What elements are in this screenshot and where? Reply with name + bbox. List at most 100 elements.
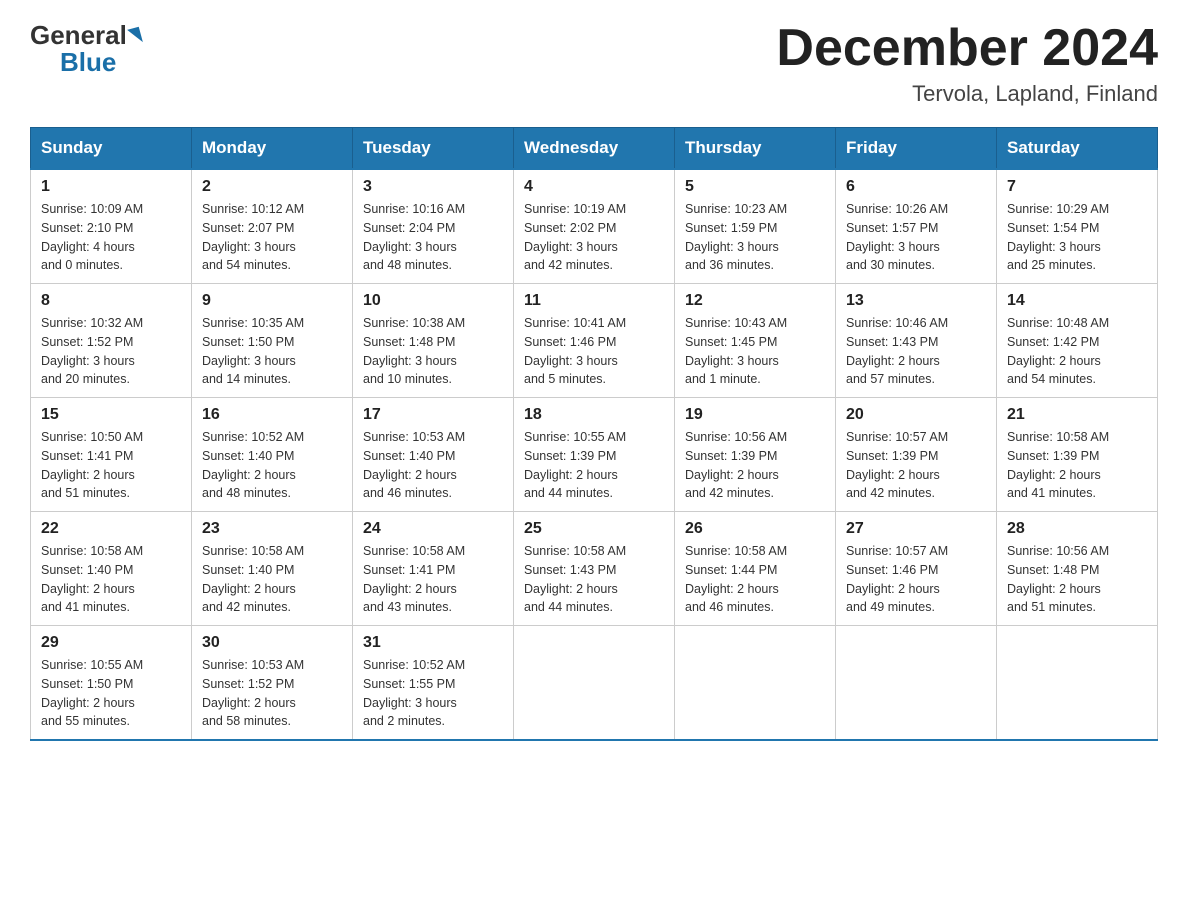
calendar-cell: 12Sunrise: 10:43 AMSunset: 1:45 PMDaylig… bbox=[675, 284, 836, 398]
day-info: Sunrise: 10:23 AMSunset: 1:59 PMDaylight… bbox=[685, 200, 825, 275]
calendar-body: 1 Sunrise: 10:09 AMSunset: 2:10 PMDayligh… bbox=[31, 169, 1158, 740]
day-info: Sunrise: 10:09 AMSunset: 2:10 PMDaylight… bbox=[41, 200, 181, 275]
day-info: Sunrise: 10:35 AMSunset: 1:50 PMDaylight… bbox=[202, 314, 342, 389]
weekday-header-wednesday: Wednesday bbox=[514, 128, 675, 170]
location-title: Tervola, Lapland, Finland bbox=[776, 81, 1158, 107]
day-info: Sunrise: 10:58 AMSunset: 1:39 PMDaylight… bbox=[1007, 428, 1147, 503]
calendar-cell: 14 Sunrise: 10:48 AMSunset: 1:42 PMDaylig… bbox=[997, 284, 1158, 398]
calendar-cell: 30 Sunrise: 10:53 AMSunset: 1:52 PMDaylig… bbox=[192, 626, 353, 741]
day-info: Sunrise: 10:41 AMSunset: 1:46 PMDaylight… bbox=[524, 314, 664, 389]
day-info: Sunrise: 10:57 AMSunset: 1:39 PMDaylight… bbox=[846, 428, 986, 503]
day-info: Sunrise: 10:58 AMSunset: 1:40 PMDaylight… bbox=[41, 542, 181, 617]
calendar-cell: 3 Sunrise: 10:16 AMSunset: 2:04 PMDayligh… bbox=[353, 169, 514, 284]
day-number: 14 bbox=[1007, 292, 1147, 310]
day-number: 8 bbox=[41, 292, 181, 310]
day-number: 27 bbox=[846, 520, 986, 538]
calendar-week-row: 29Sunrise: 10:55 AMSunset: 1:50 PMDaylig… bbox=[31, 626, 1158, 741]
day-info: Sunrise: 10:55 AMSunset: 1:39 PMDaylight… bbox=[524, 428, 664, 503]
day-info: Sunrise: 10:29 AMSunset: 1:54 PMDaylight… bbox=[1007, 200, 1147, 275]
day-number: 30 bbox=[202, 634, 342, 652]
day-number: 25 bbox=[524, 520, 664, 538]
day-number: 28 bbox=[1007, 520, 1147, 538]
day-number: 18 bbox=[524, 406, 664, 424]
day-number: 20 bbox=[846, 406, 986, 424]
day-number: 21 bbox=[1007, 406, 1147, 424]
calendar-week-row: 8 Sunrise: 10:32 AMSunset: 1:52 PMDayligh… bbox=[31, 284, 1158, 398]
calendar-cell bbox=[997, 626, 1158, 741]
day-number: 11 bbox=[524, 292, 664, 310]
day-info: Sunrise: 10:43 AMSunset: 1:45 PMDaylight… bbox=[685, 314, 825, 389]
calendar-cell: 9 Sunrise: 10:35 AMSunset: 1:50 PMDayligh… bbox=[192, 284, 353, 398]
day-info: Sunrise: 10:38 AMSunset: 1:48 PMDaylight… bbox=[363, 314, 503, 389]
calendar-week-row: 15 Sunrise: 10:50 AMSunset: 1:41 PMDaylig… bbox=[31, 398, 1158, 512]
calendar-cell: 16 Sunrise: 10:52 AMSunset: 1:40 PMDaylig… bbox=[192, 398, 353, 512]
calendar-cell: 31Sunrise: 10:52 AMSunset: 1:55 PMDaylig… bbox=[353, 626, 514, 741]
day-info: Sunrise: 10:58 AMSunset: 1:41 PMDaylight… bbox=[363, 542, 503, 617]
day-number: 15 bbox=[41, 406, 181, 424]
calendar-week-row: 1 Sunrise: 10:09 AMSunset: 2:10 PMDayligh… bbox=[31, 169, 1158, 284]
calendar-cell bbox=[836, 626, 997, 741]
day-number: 6 bbox=[846, 178, 986, 196]
title-section: December 2024 Tervola, Lapland, Finland bbox=[776, 20, 1158, 107]
calendar-cell: 24 Sunrise: 10:58 AMSunset: 1:41 PMDaylig… bbox=[353, 512, 514, 626]
weekday-header-sunday: Sunday bbox=[31, 128, 192, 170]
day-number: 2 bbox=[202, 178, 342, 196]
calendar-cell: 26Sunrise: 10:58 AMSunset: 1:44 PMDaylig… bbox=[675, 512, 836, 626]
day-number: 16 bbox=[202, 406, 342, 424]
day-number: 5 bbox=[685, 178, 825, 196]
calendar-cell: 10 Sunrise: 10:38 AMSunset: 1:48 PMDaylig… bbox=[353, 284, 514, 398]
day-number: 19 bbox=[685, 406, 825, 424]
calendar-cell: 2Sunrise: 10:12 AMSunset: 2:07 PMDayligh… bbox=[192, 169, 353, 284]
calendar-cell bbox=[675, 626, 836, 741]
weekday-header-saturday: Saturday bbox=[997, 128, 1158, 170]
day-info: Sunrise: 10:50 AMSunset: 1:41 PMDaylight… bbox=[41, 428, 181, 503]
calendar-cell: 25 Sunrise: 10:58 AMSunset: 1:43 PMDaylig… bbox=[514, 512, 675, 626]
day-info: Sunrise: 10:58 AMSunset: 1:40 PMDaylight… bbox=[202, 542, 342, 617]
day-info: Sunrise: 10:26 AMSunset: 1:57 PMDaylight… bbox=[846, 200, 986, 275]
month-title: December 2024 bbox=[776, 20, 1158, 77]
day-info: Sunrise: 10:32 AMSunset: 1:52 PMDaylight… bbox=[41, 314, 181, 389]
weekday-header-monday: Monday bbox=[192, 128, 353, 170]
calendar-cell: 29Sunrise: 10:55 AMSunset: 1:50 PMDaylig… bbox=[31, 626, 192, 741]
day-number: 24 bbox=[363, 520, 503, 538]
calendar-cell: 28 Sunrise: 10:56 AMSunset: 1:48 PMDaylig… bbox=[997, 512, 1158, 626]
calendar-cell: 15 Sunrise: 10:50 AMSunset: 1:41 PMDaylig… bbox=[31, 398, 192, 512]
calendar-cell: 8 Sunrise: 10:32 AMSunset: 1:52 PMDayligh… bbox=[31, 284, 192, 398]
day-number: 22 bbox=[41, 520, 181, 538]
day-number: 3 bbox=[363, 178, 503, 196]
day-info: Sunrise: 10:58 AMSunset: 1:44 PMDaylight… bbox=[685, 542, 825, 617]
logo: General Blue bbox=[30, 20, 143, 78]
weekday-header-tuesday: Tuesday bbox=[353, 128, 514, 170]
calendar-cell: 22 Sunrise: 10:58 AMSunset: 1:40 PMDaylig… bbox=[31, 512, 192, 626]
weekday-header-thursday: Thursday bbox=[675, 128, 836, 170]
weekday-header-friday: Friday bbox=[836, 128, 997, 170]
day-info: Sunrise: 10:46 AMSunset: 1:43 PMDaylight… bbox=[846, 314, 986, 389]
day-info: Sunrise: 10:57 AMSunset: 1:46 PMDaylight… bbox=[846, 542, 986, 617]
day-info: Sunrise: 10:58 AMSunset: 1:43 PMDaylight… bbox=[524, 542, 664, 617]
day-info: Sunrise: 10:52 AMSunset: 1:55 PMDaylight… bbox=[363, 656, 503, 731]
calendar-cell: 5 Sunrise: 10:23 AMSunset: 1:59 PMDayligh… bbox=[675, 169, 836, 284]
day-number: 1 bbox=[41, 178, 181, 196]
day-number: 29 bbox=[41, 634, 181, 652]
day-number: 10 bbox=[363, 292, 503, 310]
calendar-cell: 11 Sunrise: 10:41 AMSunset: 1:46 PMDaylig… bbox=[514, 284, 675, 398]
calendar-cell: 13Sunrise: 10:46 AMSunset: 1:43 PMDaylig… bbox=[836, 284, 997, 398]
day-info: Sunrise: 10:53 AMSunset: 1:40 PMDaylight… bbox=[363, 428, 503, 503]
calendar-header: SundayMondayTuesdayWednesdayThursdayFrid… bbox=[31, 128, 1158, 170]
day-info: Sunrise: 10:52 AMSunset: 1:40 PMDaylight… bbox=[202, 428, 342, 503]
day-number: 9 bbox=[202, 292, 342, 310]
day-number: 17 bbox=[363, 406, 503, 424]
calendar-cell: 19Sunrise: 10:56 AMSunset: 1:39 PMDaylig… bbox=[675, 398, 836, 512]
calendar-cell: 1 Sunrise: 10:09 AMSunset: 2:10 PMDayligh… bbox=[31, 169, 192, 284]
day-info: Sunrise: 10:56 AMSunset: 1:48 PMDaylight… bbox=[1007, 542, 1147, 617]
calendar-cell: 4Sunrise: 10:19 AMSunset: 2:02 PMDayligh… bbox=[514, 169, 675, 284]
calendar-cell bbox=[514, 626, 675, 741]
logo-arrow-icon bbox=[127, 26, 143, 45]
day-number: 23 bbox=[202, 520, 342, 538]
day-info: Sunrise: 10:53 AMSunset: 1:52 PMDaylight… bbox=[202, 656, 342, 731]
calendar-cell: 17 Sunrise: 10:53 AMSunset: 1:40 PMDaylig… bbox=[353, 398, 514, 512]
calendar-table: SundayMondayTuesdayWednesdayThursdayFrid… bbox=[30, 127, 1158, 741]
day-info: Sunrise: 10:48 AMSunset: 1:42 PMDaylight… bbox=[1007, 314, 1147, 389]
day-info: Sunrise: 10:16 AMSunset: 2:04 PMDaylight… bbox=[363, 200, 503, 275]
calendar-week-row: 22 Sunrise: 10:58 AMSunset: 1:40 PMDaylig… bbox=[31, 512, 1158, 626]
